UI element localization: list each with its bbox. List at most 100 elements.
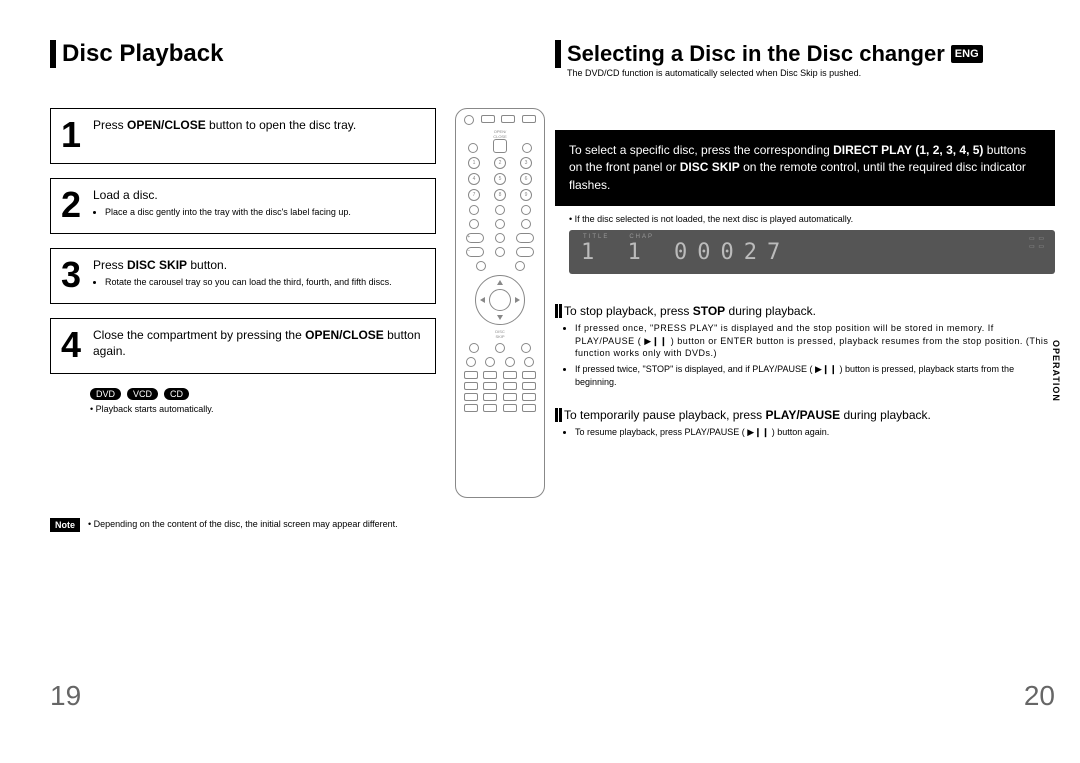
remote-btn xyxy=(501,115,515,123)
display-labels: TITLE CHAP xyxy=(583,234,654,240)
remote-btn xyxy=(522,393,536,401)
remote-btn xyxy=(515,261,525,271)
dpad-enter-icon xyxy=(489,289,511,311)
step-number: 1 xyxy=(61,117,83,153)
step-4: 4 Close the compartment by pressing the … xyxy=(50,318,436,374)
panel-bold: DIRECT PLAY xyxy=(833,143,912,157)
disc-skip-label: DISC SKIP xyxy=(495,329,505,339)
left-columns: 1 Press OPEN/CLOSE button to open the di… xyxy=(50,108,550,498)
remote-dpad xyxy=(475,275,525,325)
page-right: Selecting a Disc in the Disc changer ENG… xyxy=(555,40,1055,720)
remote-btn xyxy=(483,404,497,412)
remote-btn xyxy=(469,219,479,229)
remote-btn xyxy=(464,382,478,390)
pause-bullet-1: To resume playback, press PLAY/PAUSE ( ▶… xyxy=(575,426,1055,439)
remote-btn xyxy=(481,115,495,123)
panel-text: To select a specific disc, press the cor… xyxy=(569,143,833,157)
remote-btn xyxy=(476,261,486,271)
remote-btn xyxy=(495,219,505,229)
remote-btn xyxy=(521,343,531,353)
page-number-right: 20 xyxy=(1024,680,1055,712)
remote-ch-down xyxy=(516,247,534,257)
pause-head-text: To temporarily pause playback, press PLA… xyxy=(564,408,931,422)
remote-vol-up: + xyxy=(466,233,484,243)
remote-btn xyxy=(466,357,476,367)
step-bullet: Rotate the carousel tray so you can load… xyxy=(105,276,425,288)
remote-btn xyxy=(464,404,478,412)
heading-left: Disc Playback xyxy=(50,40,550,68)
remote-btn xyxy=(505,357,515,367)
step-bullet: Place a disc gently into the tray with t… xyxy=(105,206,425,218)
dpad-up-icon xyxy=(497,280,503,285)
step-bold: DISC SKIP xyxy=(127,258,187,272)
stop-head-text: To stop playback, press STOP during play… xyxy=(564,304,816,318)
stop-section: To stop playback, press STOP during play… xyxy=(555,304,1055,388)
sub-marker-icon xyxy=(555,408,558,422)
remote-btn xyxy=(503,371,517,379)
pause-section: To temporarily pause playback, press PLA… xyxy=(555,408,1055,439)
remote-num-5: 5 xyxy=(494,173,506,185)
display-chap-label: CHAP xyxy=(629,234,654,240)
remote-num-1: 1 xyxy=(468,157,480,169)
remote-btn xyxy=(522,382,536,390)
page-number-left: 19 xyxy=(50,680,81,712)
stop-heading: To stop playback, press STOP during play… xyxy=(555,304,1055,318)
step-pre: Press xyxy=(93,118,127,132)
remote-btn xyxy=(521,219,531,229)
remote-btn xyxy=(522,371,536,379)
dpad-down-icon xyxy=(497,315,503,320)
remote-btn xyxy=(503,382,517,390)
step-body: Press DISC SKIP button. Rotate the carou… xyxy=(93,257,425,293)
panel-bold: (1, 2, 3, 4, 5) xyxy=(915,143,983,157)
remote-btn xyxy=(524,357,534,367)
step-title: Press DISC SKIP button. xyxy=(93,257,425,273)
remote-btn xyxy=(522,115,536,123)
remote-num-7: 7 xyxy=(468,189,480,201)
step-3: 3 Press DISC SKIP button. Rotate the car… xyxy=(50,248,436,304)
remote-btn xyxy=(483,382,497,390)
badge-cd: CD xyxy=(164,388,189,400)
step-pre: Close the compartment by pressing the xyxy=(93,328,305,342)
stop-bullet-2: If pressed twice, "STOP" is displayed, a… xyxy=(575,363,1055,388)
remote-btn xyxy=(468,143,478,153)
heading-left-text: Disc Playback xyxy=(62,40,223,68)
remote-btn xyxy=(522,404,536,412)
remote-btn xyxy=(485,357,495,367)
step-bold: OPEN/CLOSE xyxy=(127,118,206,132)
step-pre: Press xyxy=(93,258,127,272)
remote-num-4: 4 xyxy=(468,173,480,185)
step-1: 1 Press OPEN/CLOSE button to open the di… xyxy=(50,108,436,164)
step-post: button to open the disc tray. xyxy=(206,118,357,132)
step-title: Press OPEN/CLOSE button to open the disc… xyxy=(93,117,425,133)
step-number: 4 xyxy=(61,327,83,363)
remote-btn xyxy=(464,393,478,401)
remote-btn xyxy=(503,404,517,412)
remote-btn xyxy=(522,143,532,153)
language-badge: ENG xyxy=(951,45,983,63)
step-number: 3 xyxy=(61,257,83,293)
remote-btn xyxy=(469,205,479,215)
dpad-right-icon xyxy=(515,297,520,303)
remote-control-diagram: OPEN/ CLOSE 123 456 789 + − xyxy=(455,108,545,498)
remote-btn xyxy=(495,205,505,215)
remote-num-8: 8 xyxy=(494,189,506,201)
display-digits: 1 1 00027 xyxy=(581,240,790,265)
remote-btn xyxy=(464,371,478,379)
steps-column: 1 Press OPEN/CLOSE button to open the di… xyxy=(50,108,436,498)
remote-btn xyxy=(521,205,531,215)
sub-marker-icon xyxy=(555,304,558,318)
step-number: 2 xyxy=(61,187,83,223)
step-bold: OPEN/CLOSE xyxy=(305,328,384,342)
panel-bold: DISC SKIP xyxy=(680,160,740,174)
step-title: Close the compartment by pressing the OP… xyxy=(93,327,425,359)
badge-dvd: DVD xyxy=(90,388,121,400)
page-left: Disc Playback 1 Press OPEN/CLOSE button … xyxy=(50,40,550,720)
dpad-left-icon xyxy=(480,297,485,303)
remote-num-9: 9 xyxy=(520,189,532,201)
front-display-illustration: TITLE CHAP 1 1 00027 ▭ ▭▭ ▭ xyxy=(569,230,1055,274)
heading-right-text: Selecting a Disc in the Disc changer xyxy=(567,41,945,67)
step-2: 2 Load a disc. Place a disc gently into … xyxy=(50,178,436,234)
remote-disc-skip-btn xyxy=(469,343,479,353)
subheading: The DVD/CD function is automatically sel… xyxy=(567,68,1055,78)
remote-mute-icon xyxy=(495,233,505,243)
